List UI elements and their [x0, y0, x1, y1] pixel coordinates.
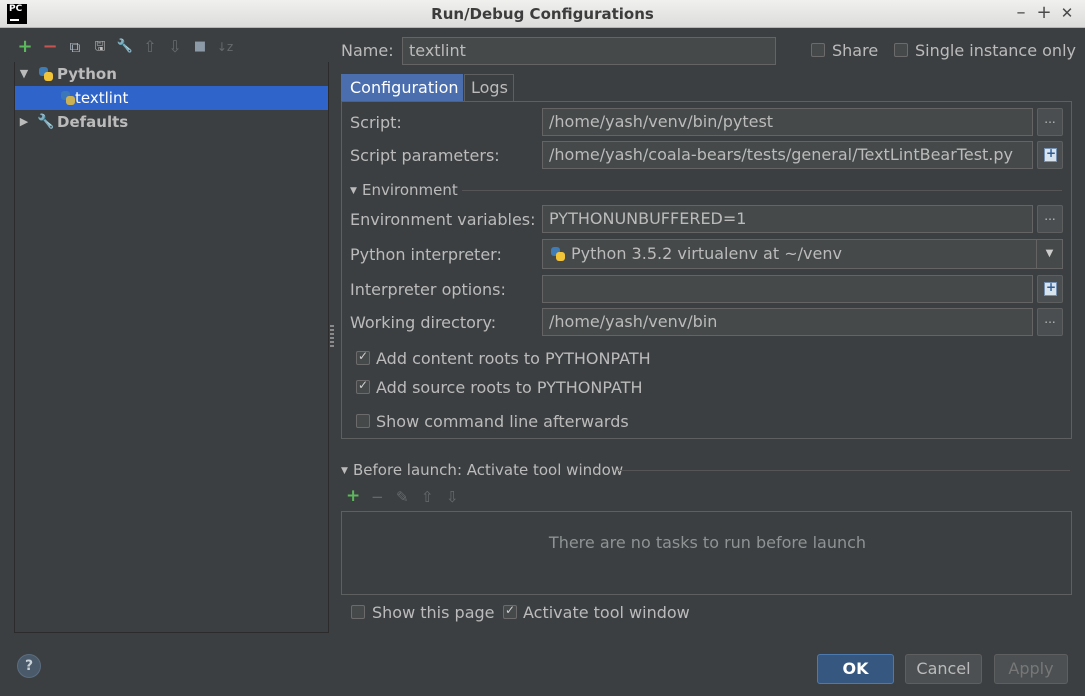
copy-icon[interactable]: ⧉ [64, 36, 86, 58]
environment-variables-browse-button[interactable]: ... [1037, 205, 1063, 233]
maximize-button[interactable]: + [1033, 2, 1055, 23]
script-parameters-label: Script parameters: [350, 146, 500, 165]
script-parameters-expand-button[interactable] [1037, 141, 1063, 169]
before-launch-separator [618, 470, 1070, 471]
environment-variables-label: Environment variables: [350, 210, 536, 229]
show-command-line-label: Show command line afterwards [376, 412, 629, 431]
tab-logs[interactable]: Logs [464, 74, 514, 102]
tree-item-label: Defaults [57, 113, 129, 131]
cancel-button[interactable]: Cancel [905, 654, 982, 684]
panel-splitter[interactable] [330, 325, 334, 347]
title-bar: PC Run/Debug Configurations – + ✕ [0, 0, 1085, 28]
show-command-line-checkbox[interactable] [356, 414, 370, 428]
tree-item-python[interactable]: ▼ Python [15, 62, 328, 86]
tab-configuration[interactable]: Configuration [341, 74, 463, 102]
tree-item-label: Python [57, 65, 117, 83]
show-this-page-checkbox[interactable] [351, 605, 365, 619]
expand-field-icon [1044, 146, 1057, 162]
script-browse-button[interactable]: ... [1037, 108, 1063, 136]
python-icon [39, 67, 53, 81]
working-directory-input[interactable]: /home/yash/venv/bin [542, 308, 1033, 336]
tree-item-defaults[interactable]: ▶ 🔧 Defaults [15, 110, 328, 134]
working-directory-browse-button[interactable]: ... [1037, 308, 1063, 336]
move-up-icon[interactable]: ⇧ [139, 36, 161, 58]
window-title: Run/Debug Configurations [431, 5, 654, 23]
chevron-down-icon[interactable]: ▼ [1036, 240, 1062, 268]
working-directory-label: Working directory: [350, 313, 497, 332]
expand-field-icon [1044, 280, 1057, 296]
add-source-roots-label: Add source roots to PYTHONPATH [376, 378, 643, 397]
edit-defaults-icon[interactable]: 🔧 [114, 36, 136, 58]
move-down-icon[interactable]: ⇩ [164, 36, 186, 58]
tree-item-textlint[interactable]: textlint [15, 86, 328, 110]
folder-icon[interactable]: ■ [189, 36, 211, 58]
script-input[interactable]: /home/yash/venv/bin/pytest [542, 108, 1033, 136]
environment-variables-input[interactable]: PYTHONUNBUFFERED=1 [542, 205, 1033, 233]
save-icon[interactable]: 🖫 [89, 36, 111, 58]
script-label: Script: [350, 113, 402, 132]
before-launch-collapse-icon[interactable]: ▼ [341, 466, 348, 476]
interpreter-options-input[interactable] [542, 275, 1033, 303]
add-source-roots-checkbox[interactable] [356, 378, 370, 394]
ok-button[interactable]: OK [817, 654, 894, 684]
share-label: Share [832, 41, 879, 60]
configurations-tree: ▼ Python textlint ▶ 🔧 Defaults [14, 62, 329, 633]
help-button[interactable]: ? [17, 654, 41, 678]
python-interpreter-value: Python 3.5.2 virtualenv at ~/venv [571, 244, 842, 263]
add-icon[interactable]: + [14, 36, 36, 58]
remove-task-icon[interactable]: − [371, 488, 384, 506]
python-interpreter-label: Python interpreter: [350, 245, 502, 264]
defaults-wrench-icon: 🔧 [37, 114, 55, 130]
python-run-config-icon [61, 91, 75, 105]
single-instance-label: Single instance only [915, 41, 1076, 60]
remove-icon[interactable]: − [39, 36, 61, 58]
add-content-roots-checkbox[interactable] [356, 349, 370, 365]
move-task-down-icon[interactable]: ⇩ [446, 488, 459, 506]
interpreter-options-expand-button[interactable] [1037, 275, 1063, 303]
edit-task-icon[interactable]: ✎ [396, 488, 409, 506]
before-launch-title: Before launch: Activate tool window [353, 461, 624, 479]
empty-tasks-message: There are no tasks to run before launch [548, 533, 867, 552]
python-icon [551, 247, 565, 261]
single-instance-checkbox[interactable] [894, 43, 908, 57]
interpreter-options-label: Interpreter options: [350, 280, 506, 299]
tree-item-label: textlint [75, 89, 129, 107]
collapse-arrow-icon[interactable]: ▶ [17, 110, 31, 134]
minimize-button[interactable]: – [1010, 2, 1032, 23]
environment-collapse-icon[interactable]: ▼ [350, 186, 357, 196]
activate-tool-window-label: Activate tool window [523, 603, 690, 622]
before-launch-tasks-list[interactable]: There are no tasks to run before launch [341, 511, 1072, 595]
show-this-page-label: Show this page [372, 603, 495, 622]
share-checkbox[interactable] [811, 43, 825, 57]
script-parameters-input[interactable]: /home/yash/coala-bears/tests/general/Tex… [542, 141, 1033, 169]
activate-tool-window-checkbox[interactable] [503, 603, 517, 619]
move-task-up-icon[interactable]: ⇧ [421, 488, 434, 506]
close-button[interactable]: ✕ [1056, 4, 1078, 22]
name-label: Name: [341, 41, 394, 60]
environment-separator [462, 190, 1062, 191]
add-task-icon[interactable]: + [346, 486, 360, 506]
python-interpreter-select[interactable]: Python 3.5.2 virtualenv at ~/venv ▼ [542, 239, 1063, 269]
expand-arrow-icon[interactable]: ▼ [17, 62, 31, 86]
sort-icon[interactable]: ↓z [214, 36, 236, 58]
name-input[interactable]: textlint [402, 37, 776, 65]
add-content-roots-label: Add content roots to PYTHONPATH [376, 349, 651, 368]
environment-section-title: Environment [362, 181, 458, 199]
apply-button[interactable]: Apply [994, 654, 1068, 684]
